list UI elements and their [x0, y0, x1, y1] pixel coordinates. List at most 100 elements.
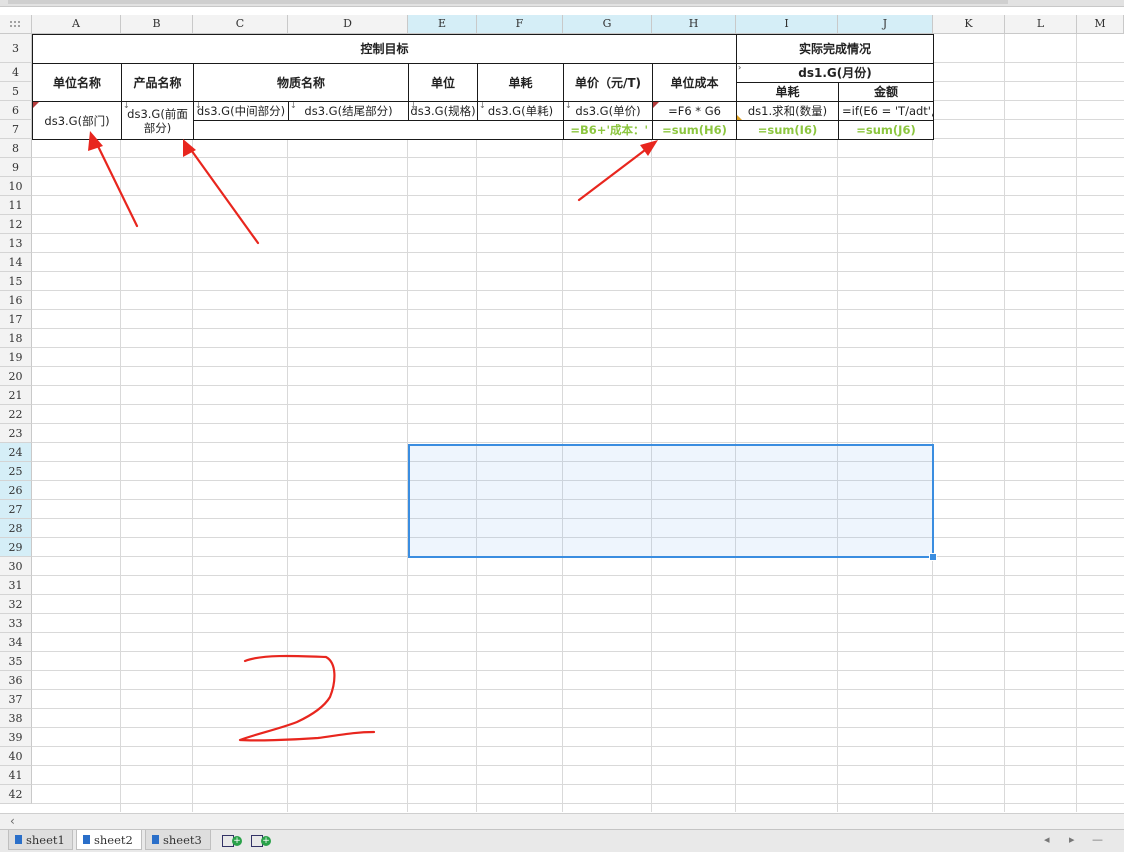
row-header-19[interactable]: 19 [0, 348, 32, 367]
cell-g6[interactable]: ↓ ds3.G(单价) [563, 101, 653, 121]
tab-sheet1[interactable]: sheet1 [8, 830, 73, 850]
row-header-15[interactable]: 15 [0, 272, 32, 291]
row-header-37[interactable]: 37 [0, 690, 32, 709]
row-header-16[interactable]: 16 [0, 291, 32, 310]
column-header-i[interactable]: I [736, 15, 838, 34]
row-header-5[interactable]: 5 [0, 82, 32, 101]
row-header-36[interactable]: 36 [0, 671, 32, 690]
row-header-35[interactable]: 35 [0, 652, 32, 671]
cell-unit-price[interactable]: 单价（元/T) [563, 63, 653, 102]
cell-i7[interactable]: =sum(I6) [736, 120, 839, 140]
top-scroll-strip[interactable] [0, 0, 1124, 7]
row-header-42[interactable]: 42 [0, 785, 32, 804]
row-header-32[interactable]: 32 [0, 595, 32, 614]
row-header-25[interactable]: 25 [0, 462, 32, 481]
row-header-31[interactable]: 31 [0, 576, 32, 595]
top-scroll-thumb[interactable] [8, 0, 1008, 4]
row-header-41[interactable]: 41 [0, 766, 32, 785]
cell-e6[interactable]: ↓ ds3.G(规格) [408, 101, 478, 121]
row-header-6[interactable]: 6 [0, 101, 32, 120]
add-sheet-button[interactable]: + [222, 833, 244, 848]
selection-range[interactable] [408, 444, 934, 558]
cell-g7[interactable]: =B6+'成本：' [563, 120, 653, 140]
cell-f6[interactable]: ↓ ds3.G(单耗) [477, 101, 564, 121]
row-header-29[interactable]: 29 [0, 538, 32, 557]
sheet-icon [15, 835, 22, 844]
cell-control-target[interactable]: 控制目标 [32, 34, 737, 64]
column-header-h[interactable]: H [652, 15, 736, 34]
column-header-d[interactable]: D [288, 15, 408, 34]
row-header-11[interactable]: 11 [0, 196, 32, 215]
cell-c7-f7[interactable] [193, 120, 564, 140]
column-header-m[interactable]: M [1077, 15, 1124, 34]
sheet-icon [152, 835, 159, 844]
cell-material-name[interactable]: 物质名称 [193, 63, 409, 102]
row-header-21[interactable]: 21 [0, 386, 32, 405]
zoom-out-icon[interactable]: — [1092, 833, 1103, 846]
row-header-14[interactable]: 14 [0, 253, 32, 272]
handwritten-number [238, 654, 376, 742]
cell-b6[interactable]: ↓ ds3.G(前面部分) [121, 101, 194, 140]
row-header-39[interactable]: 39 [0, 728, 32, 747]
row-header-13[interactable]: 13 [0, 234, 32, 253]
row-header-26[interactable]: 26 [0, 481, 32, 500]
cell-h7[interactable]: =sum(H6) [652, 120, 737, 140]
cell-unit[interactable]: 单位 [408, 63, 478, 102]
cell-d6[interactable]: ↓ ds3.G(结尾部分) [288, 101, 409, 121]
row-header-23[interactable]: 23 [0, 424, 32, 443]
cell-actual-completion[interactable]: 实际完成情况 [736, 34, 934, 64]
row-header-38[interactable]: 38 [0, 709, 32, 728]
row-header-33[interactable]: 33 [0, 614, 32, 633]
tab-sheet3[interactable]: sheet3 [145, 830, 211, 850]
cell-unit-name[interactable]: 单位名称 [32, 63, 122, 102]
column-header-j[interactable]: J [838, 15, 933, 34]
row-header-7[interactable]: 7 [0, 120, 32, 139]
row-header-3[interactable]: 3 [0, 34, 32, 63]
row-header-18[interactable]: 18 [0, 329, 32, 348]
row-header-12[interactable]: 12 [0, 215, 32, 234]
row-header-17[interactable]: 17 [0, 310, 32, 329]
column-header-g[interactable]: G [563, 15, 652, 34]
cell-h6[interactable]: =F6 * G6 [652, 101, 737, 121]
row-header-10[interactable]: 10 [0, 177, 32, 196]
row-header-34[interactable]: 34 [0, 633, 32, 652]
cell-consumption[interactable]: 单耗 [477, 63, 564, 102]
cell-c6[interactable]: ↓ ds3.G(中间部分) [193, 101, 289, 121]
column-header-e[interactable]: E [408, 15, 477, 34]
column-header-f[interactable]: F [477, 15, 563, 34]
cell-amount[interactable]: 金额 [838, 82, 934, 102]
add-report-sheet-button[interactable]: + [251, 833, 273, 848]
row-header-9[interactable]: 9 [0, 158, 32, 177]
cell-a6[interactable]: ds3.G(部门) [32, 101, 122, 140]
row-header-40[interactable]: 40 [0, 747, 32, 766]
cell-unit-cost[interactable]: 单位成本 [652, 63, 737, 102]
cell-actual-consumption[interactable]: 单耗 [736, 82, 839, 102]
cell-ds1-month[interactable]: › ds1.G(月份) [736, 63, 934, 83]
column-header-k[interactable]: K [933, 15, 1005, 34]
cell-j6[interactable]: =if(E6 = 'T/adt', [838, 101, 934, 121]
grid-handle-icon [10, 21, 20, 27]
row-header-20[interactable]: 20 [0, 367, 32, 386]
tab-sheet2[interactable]: sheet2 [76, 830, 142, 850]
prev-sheet-icon[interactable]: ◂ [1044, 833, 1050, 846]
row-header-22[interactable]: 22 [0, 405, 32, 424]
row-header-24[interactable]: 24 [0, 443, 32, 462]
row-header-8[interactable]: 8 [0, 139, 32, 158]
row-header-28[interactable]: 28 [0, 519, 32, 538]
cell-j7[interactable]: =sum(J6) [838, 120, 934, 140]
arrow-to-b6 [183, 139, 260, 245]
fill-handle[interactable] [929, 553, 937, 561]
column-header-b[interactable]: B [121, 15, 193, 34]
row-header-4[interactable]: 4 [0, 63, 32, 82]
next-sheet-icon[interactable]: ▸ [1069, 833, 1075, 846]
row-header-27[interactable]: 27 [0, 500, 32, 519]
horizontal-scrollbar[interactable]: ‹ [0, 813, 1124, 829]
scroll-left-icon[interactable]: ‹ [10, 814, 15, 829]
select-all-corner[interactable] [0, 15, 32, 34]
column-header-l[interactable]: L [1005, 15, 1077, 34]
row-header-30[interactable]: 30 [0, 557, 32, 576]
cell-i6[interactable]: ds1.求和(数量) [736, 101, 839, 121]
cell-product-name[interactable]: 产品名称 [121, 63, 194, 102]
column-header-c[interactable]: C [193, 15, 288, 34]
column-header-a[interactable]: A [32, 15, 121, 34]
